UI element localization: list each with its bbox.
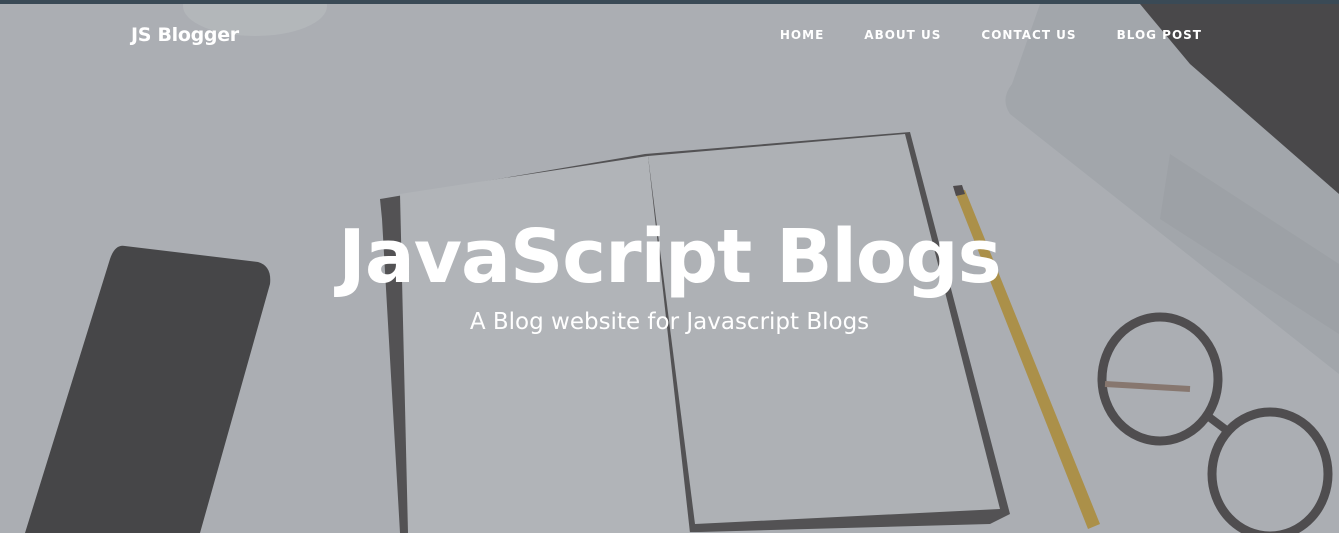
nav-blog-post-link[interactable]: BLOG POST	[1117, 28, 1202, 42]
hero-heading-block: JavaScript Blogs A Blog website for Java…	[0, 209, 1339, 337]
nav-contact-link[interactable]: CONTACT US	[981, 28, 1076, 42]
brand-logo[interactable]: JS Blogger	[131, 24, 239, 46]
hero-subtitle: A Blog website for Javascript Blogs	[469, 309, 870, 335]
nav-about-link[interactable]: ABOUT US	[864, 28, 941, 42]
hero-title: JavaScript Blogs	[338, 214, 1001, 300]
top-navbar: JS Blogger HOME ABOUT US CONTACT US BLOG…	[0, 4, 1339, 68]
nav-links: HOME ABOUT US CONTACT US BLOG POST	[780, 28, 1202, 42]
nav-home-link[interactable]: HOME	[780, 28, 824, 42]
hero-section: JS Blogger HOME ABOUT US CONTACT US BLOG…	[0, 4, 1339, 533]
browser-top-strip	[0, 0, 1339, 4]
